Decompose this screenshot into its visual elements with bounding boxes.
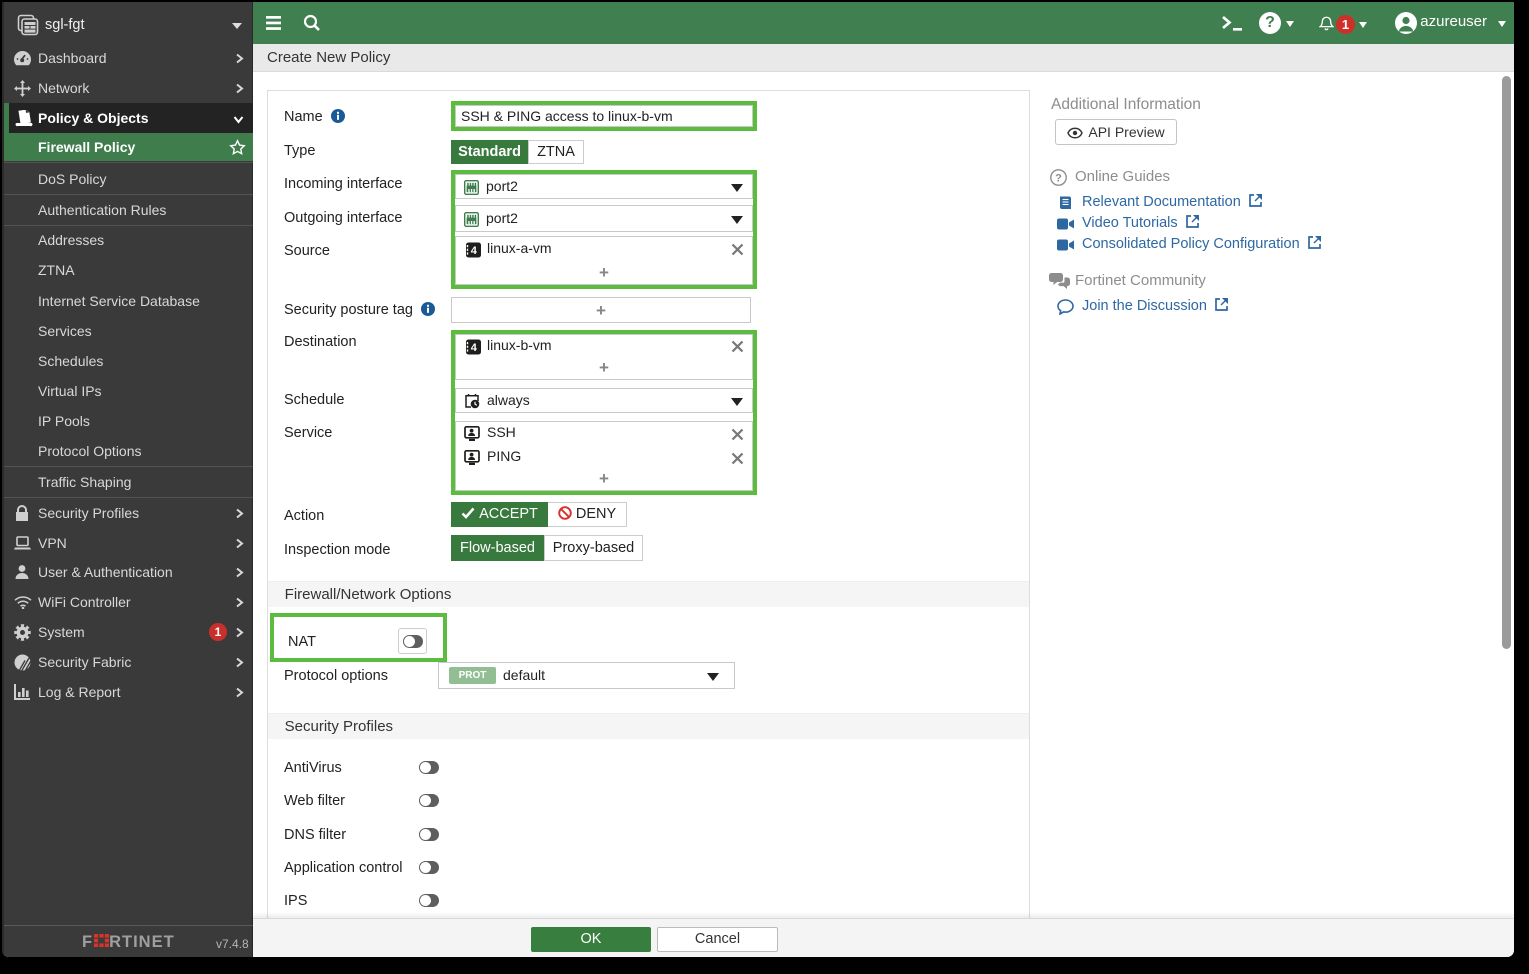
svg-text:4: 4 [471,245,478,257]
svg-text:4: 4 [471,342,478,354]
svg-text:?: ? [1055,173,1062,185]
